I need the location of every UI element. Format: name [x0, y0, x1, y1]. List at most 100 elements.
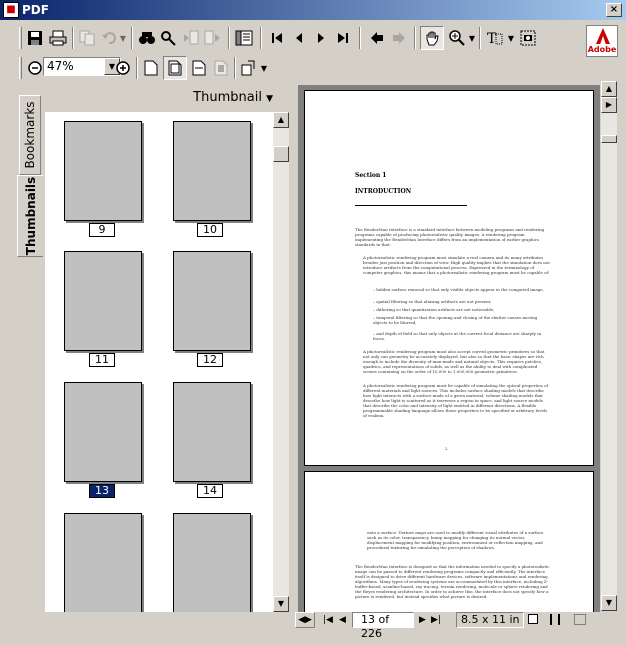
scroll-next-page-icon[interactable]: ▶ [601, 97, 617, 113]
document-page: onto a surface. Texture maps are used to… [304, 471, 594, 613]
previous-page-icon[interactable] [288, 27, 310, 49]
thumbnail-list: 9 10 11 12 13 14 [45, 112, 273, 614]
go-back-icon[interactable] [366, 27, 388, 49]
thumbnail-label: 9 [89, 223, 115, 237]
fit-visible-icon[interactable] [210, 57, 232, 79]
go-forward-icon[interactable] [388, 27, 410, 49]
facing-layout-icon[interactable] [574, 614, 586, 625]
scrollbar-thumb[interactable] [601, 135, 617, 143]
thumbnail-page[interactable] [173, 251, 251, 351]
pdf-app-icon: ■ [3, 2, 19, 18]
show-navigation-pane-icon[interactable] [233, 27, 255, 49]
thumbnail-page[interactable] [173, 121, 251, 221]
tab-thumbnails-label: Thumbnails [23, 176, 38, 256]
undo-dropdown-icon[interactable]: ▼ [117, 27, 129, 49]
rotate-dropdown-icon[interactable]: ▼ [258, 57, 270, 79]
toolbar-separator [479, 27, 481, 49]
scroll-up-arrow-icon[interactable]: ▲ [601, 81, 617, 97]
actual-size-icon[interactable] [140, 57, 162, 79]
rotate-view-icon[interactable] [238, 57, 260, 79]
first-page-icon[interactable]: |◀ [323, 613, 335, 627]
scroll-down-arrow-icon[interactable]: ▼ [273, 596, 289, 612]
intro-paragraph: The RenderMan Interface is a standard in… [355, 227, 545, 247]
scrollbar-track[interactable] [601, 113, 617, 597]
sub-bullet: – spatial filtering so that aliasing art… [373, 299, 492, 304]
document-page: Section 1 INTRODUCTION The RenderMan Int… [304, 90, 594, 466]
fit-page-icon[interactable] [163, 56, 187, 80]
adobe-logo-icon [596, 28, 610, 44]
bullet-paragraph: A photorealistic rendering program must … [363, 383, 548, 418]
body-paragraph: onto a surface. Texture maps are used to… [367, 530, 544, 550]
toolbar-grip[interactable] [19, 57, 22, 79]
next-page-icon[interactable] [310, 27, 332, 49]
thumbnail-scrollbar[interactable]: ▲ ▼ [273, 112, 289, 612]
tab-bookmarks[interactable]: Bookmarks [19, 95, 41, 175]
thumbnail-page[interactable] [173, 382, 251, 482]
section-heading: INTRODUCTION [355, 188, 412, 195]
last-page-icon[interactable]: ▶| [431, 613, 445, 627]
fit-width-icon[interactable] [188, 57, 210, 79]
scroll-up-arrow-icon[interactable]: ▲ [273, 112, 289, 128]
close-button[interactable]: × [606, 3, 622, 17]
sub-bullet: – and depth of field so that only object… [373, 331, 542, 341]
zoom-level-input[interactable]: 47% ▼ [43, 57, 121, 76]
print-icon[interactable] [47, 27, 69, 49]
expand-page-icon[interactable] [202, 27, 224, 49]
toolbar-separator [414, 27, 416, 49]
heading-rule [355, 205, 467, 206]
thumbnail-page-selected[interactable] [64, 382, 142, 482]
page-number-field[interactable]: 13 of 226 [352, 612, 414, 640]
save-icon[interactable] [24, 27, 46, 49]
text-tool-dropdown-icon[interactable]: ▼ [505, 27, 517, 49]
window-title: PDF [22, 3, 49, 17]
status-bar: ◀▶ |◀ ◀ ▶ ▶| [291, 612, 602, 628]
document-view[interactable]: Section 1 INTRODUCTION The RenderMan Int… [298, 85, 600, 613]
split-view-icon[interactable]: ◀▶ [295, 612, 315, 628]
document-scrollbar[interactable]: ▲ ▶ ▼ [600, 81, 618, 615]
toolbar-separator [359, 27, 361, 49]
scrollbar-thumb[interactable] [273, 146, 289, 162]
copy-icon[interactable] [76, 27, 98, 49]
toolbar-separator [234, 57, 236, 79]
thumbnail-label: 10 [197, 223, 223, 237]
snapshot-tool-icon[interactable] [517, 27, 539, 49]
thumbnail-options-menu[interactable]: Thumbnail ▼ [193, 90, 273, 105]
next-page-icon[interactable]: ▶ [419, 613, 431, 627]
zoom-in-icon[interactable] [112, 57, 134, 79]
thumbnail-options-label: Thumbnail [193, 90, 262, 105]
bullet-paragraph: A photorealistic rendering program must … [363, 349, 545, 374]
last-page-icon[interactable] [332, 27, 354, 49]
sub-bullet: – hidden surface removal so that only vi… [373, 287, 544, 292]
single-page-layout-icon[interactable] [528, 614, 538, 624]
thumbnail-page[interactable] [64, 513, 142, 613]
toolbar-separator [72, 27, 74, 49]
search-icon[interactable] [158, 27, 180, 49]
toolbar-separator [228, 27, 230, 49]
page-size-indicator: 8.5 x 11 in [456, 612, 524, 628]
toolbar-grip[interactable] [19, 27, 22, 49]
zoom-in-tool-icon[interactable] [446, 27, 468, 49]
first-page-icon[interactable] [266, 27, 288, 49]
hand-tool-icon[interactable] [420, 26, 444, 50]
toolbar-separator [136, 57, 138, 79]
find-icon[interactable] [136, 27, 158, 49]
continuous-layout-icon[interactable] [550, 614, 560, 625]
thumbnail-page[interactable] [173, 513, 251, 613]
thumbnail-page[interactable] [64, 251, 142, 351]
zoom-tool-dropdown-icon[interactable]: ▼ [466, 27, 478, 49]
page-number: 2 [445, 446, 448, 451]
scroll-down-arrow-icon[interactable]: ▼ [601, 595, 617, 611]
reduce-page-icon[interactable] [180, 27, 202, 49]
tab-thumbnails[interactable]: Thumbnails [17, 175, 43, 257]
zoom-level-value: 47% [47, 59, 74, 73]
previous-page-icon[interactable]: ◀ [339, 613, 351, 627]
thumbnail-label: 12 [197, 353, 223, 367]
tab-bookmarks-label: Bookmarks [23, 101, 37, 169]
toolbar-separator [131, 27, 133, 49]
chevron-down-icon: ▼ [266, 94, 273, 104]
thumbnail-page[interactable] [64, 121, 142, 221]
thumbnail-label: 14 [197, 484, 223, 498]
text-select-tool-icon[interactable]: T [484, 27, 506, 49]
adobe-logo[interactable]: Adobe [586, 25, 618, 57]
pane-splitter[interactable] [291, 85, 298, 612]
